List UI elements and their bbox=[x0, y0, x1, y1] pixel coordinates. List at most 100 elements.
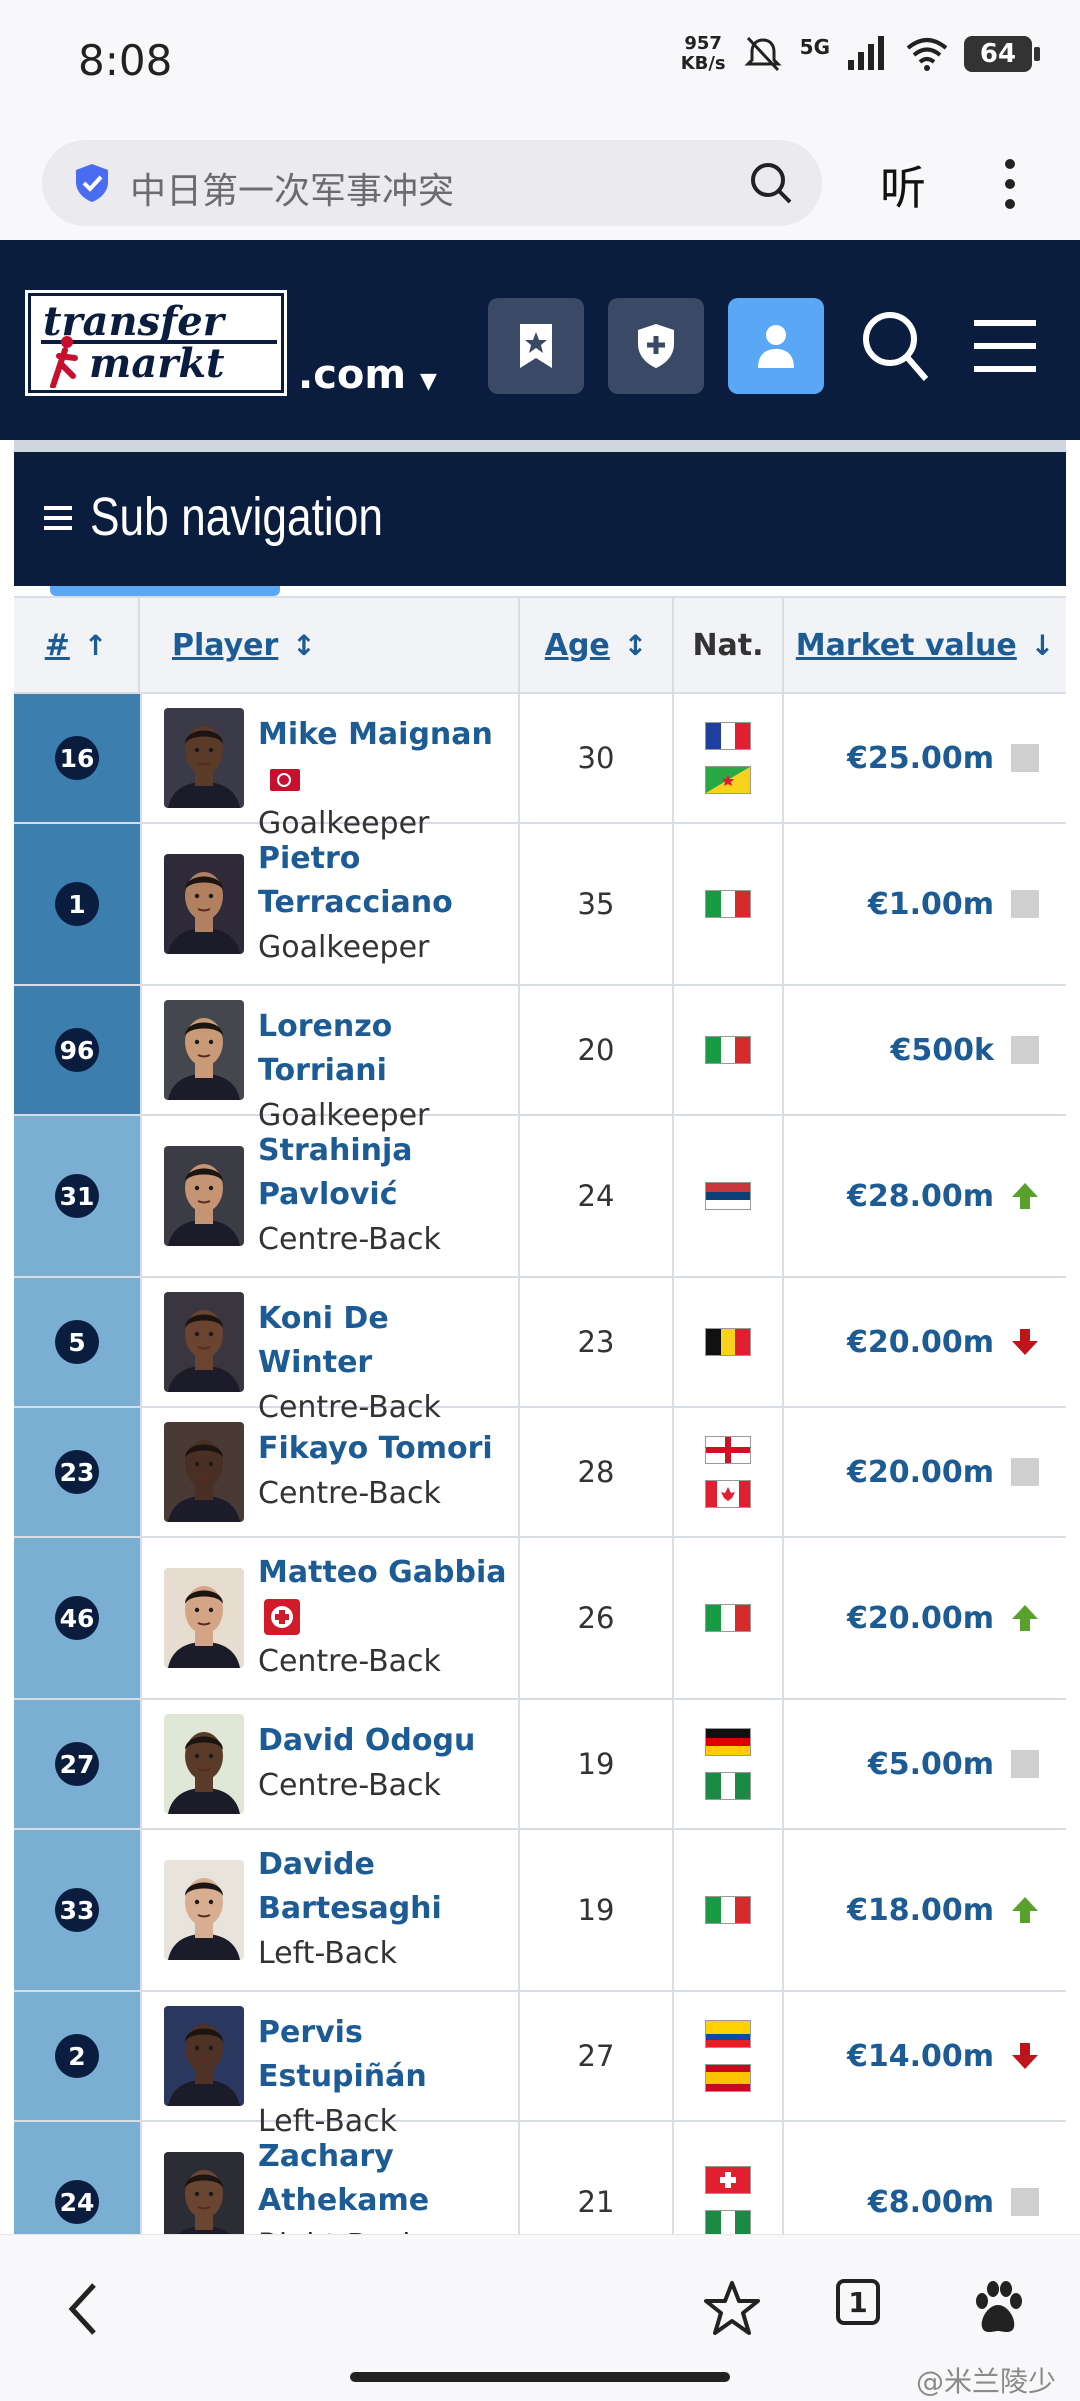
player-info: Matteo Gabbia Centre-Back bbox=[258, 1551, 510, 1685]
germany-flag-icon[interactable] bbox=[705, 1728, 751, 1756]
site-search-button[interactable] bbox=[850, 298, 940, 394]
player-photo[interactable] bbox=[164, 1422, 244, 1522]
ecuador-flag-icon[interactable] bbox=[705, 2020, 751, 2048]
spain-flag-icon[interactable] bbox=[705, 2064, 751, 2092]
canada-flag-icon[interactable] bbox=[705, 1480, 751, 1508]
table-row[interactable]: 46 Matteo Gabbia Centre-Back 26 €20.00m bbox=[14, 1538, 1066, 1700]
battery-icon: 64 bbox=[964, 36, 1040, 72]
player-photo[interactable] bbox=[164, 1292, 244, 1392]
serbia-flag-icon[interactable] bbox=[705, 1182, 751, 1210]
watchlist-button[interactable] bbox=[488, 298, 584, 394]
mute-bell-icon bbox=[744, 36, 782, 72]
listen-button[interactable]: 听 bbox=[880, 152, 926, 218]
shirt-number-cell: 33 bbox=[14, 1830, 140, 1990]
player-photo[interactable] bbox=[164, 2006, 244, 2106]
italy-flag-icon[interactable] bbox=[705, 1036, 751, 1064]
player-name-link[interactable]: Bartesaghi bbox=[258, 1887, 510, 1931]
player-position: Goalkeeper bbox=[258, 930, 430, 965]
market-value-link[interactable]: €14.00m bbox=[847, 2039, 994, 2074]
value-up-arrow-icon bbox=[1010, 1603, 1040, 1633]
market-value-link[interactable]: €8.00m bbox=[868, 2185, 994, 2220]
market-value-link[interactable]: €1.00m bbox=[868, 887, 994, 922]
italy-flag-icon[interactable] bbox=[705, 1604, 751, 1632]
tabs-count-button[interactable]: 1 bbox=[836, 2279, 880, 2325]
shirt-number-badge: 16 bbox=[55, 736, 99, 780]
table-row[interactable]: 16 Mike Maignan Goalkeeper 30 €25.00m bbox=[14, 694, 1066, 841]
table-row[interactable]: 23 Fikayo Tomori Centre-Back 28 €20.00m bbox=[14, 1408, 1066, 1538]
age-cell: 19 bbox=[520, 1700, 674, 1828]
player-photo[interactable] bbox=[164, 1568, 244, 1668]
player-name-link[interactable]: Pervis Estupiñán bbox=[258, 2011, 510, 2099]
sort-by-age[interactable]: Age ↕ bbox=[520, 598, 674, 692]
table-row[interactable]: 33 Davide Bartesaghi Left-Back 19 €18.00m bbox=[14, 1830, 1066, 1992]
england-flag-icon[interactable] bbox=[705, 1436, 751, 1464]
italy-flag-icon[interactable] bbox=[705, 1896, 751, 1924]
market-value-link[interactable]: €5.00m bbox=[868, 1747, 994, 1782]
market-value-link[interactable]: €18.00m bbox=[847, 1893, 994, 1928]
market-value-link[interactable]: €500k bbox=[891, 1033, 994, 1068]
market-value-link[interactable]: €20.00m bbox=[847, 1601, 994, 1636]
more-options-icon[interactable] bbox=[1000, 156, 1020, 212]
player-name-link[interactable]: Matteo Gabbia bbox=[258, 1551, 510, 1595]
shirt-number-cell: 1 bbox=[14, 824, 140, 984]
sort-by-number[interactable]: # ↑ bbox=[14, 598, 140, 692]
nationality-cell bbox=[674, 1700, 784, 1828]
player-photo[interactable] bbox=[164, 1860, 244, 1960]
table-row[interactable]: 96 Lorenzo Torriani Goalkeeper 20 €500k bbox=[14, 986, 1066, 1133]
back-arrow-icon[interactable] bbox=[56, 2279, 116, 2339]
shirt-number-cell: 31 bbox=[14, 1116, 140, 1276]
player-photo[interactable] bbox=[164, 854, 244, 954]
player-photo[interactable] bbox=[164, 1714, 244, 1814]
french-guiana-flag-icon[interactable] bbox=[705, 766, 751, 794]
player-name-link[interactable]: Zachary bbox=[258, 2135, 510, 2179]
star-favorite-icon[interactable] bbox=[702, 2279, 762, 2339]
sort-by-market-value[interactable]: Market value ↓ bbox=[784, 598, 1066, 692]
player-name-link[interactable]: Koni De Winter bbox=[258, 1297, 510, 1385]
nationality-cell bbox=[674, 1116, 784, 1276]
nigeria-flag-icon[interactable] bbox=[705, 1772, 751, 1800]
table-row[interactable]: 2 Pervis Estupiñán Left-Back 27 €14.00m bbox=[14, 1992, 1066, 2139]
italy-flag-icon[interactable] bbox=[705, 890, 751, 918]
player-name-link[interactable]: Davide bbox=[258, 1843, 510, 1887]
table-row[interactable]: 5 Koni De Winter Centre-Back 23 €20.00m bbox=[14, 1278, 1066, 1425]
user-account-button[interactable] bbox=[728, 298, 824, 394]
sort-by-player[interactable]: Player ↕ bbox=[140, 598, 520, 692]
player-name-link[interactable]: Fikayo Tomori bbox=[258, 1427, 510, 1471]
table-row[interactable]: 1 Pietro Terracciano Goalkeeper 35 €1.00m bbox=[14, 824, 1066, 986]
market-value-link[interactable]: €25.00m bbox=[847, 741, 994, 776]
france-flag-icon[interactable] bbox=[705, 722, 751, 750]
domain-selector[interactable]: .com ▼ bbox=[298, 352, 437, 398]
market-value-link[interactable]: €20.00m bbox=[847, 1325, 994, 1360]
club-shield-button[interactable] bbox=[608, 298, 704, 394]
table-header: # ↑ Player ↕ Age ↕ Nat. Market value ↓ bbox=[14, 596, 1066, 694]
main-menu-button[interactable] bbox=[960, 298, 1050, 394]
baidu-paw-icon[interactable] bbox=[968, 2279, 1028, 2339]
player-name-link[interactable]: Pietro bbox=[258, 837, 510, 881]
belgium-flag-icon[interactable] bbox=[705, 1328, 751, 1356]
table-row[interactable]: 31 Strahinja Pavlović Centre-Back 24 €28.00m bbox=[14, 1116, 1066, 1278]
sub-navigation-bar[interactable]: Sub navigation bbox=[14, 452, 1066, 586]
table-body: 16 Mike Maignan Goalkeeper 30 €25.00m 1 Pietro… bbox=[14, 694, 1066, 2284]
search-icon[interactable] bbox=[748, 160, 794, 206]
market-value-link[interactable]: €28.00m bbox=[847, 1179, 994, 1214]
table-row[interactable]: 27 David Odogu Centre-Back 19 €5.00m bbox=[14, 1700, 1066, 1830]
player-name-link[interactable]: Lorenzo Torriani bbox=[258, 1005, 510, 1093]
shirt-number-cell: 96 bbox=[14, 986, 140, 1114]
player-position: Left-Back bbox=[258, 1936, 398, 1971]
player-info: David Odogu Centre-Back bbox=[258, 1719, 510, 1809]
player-name-link[interactable]: Athekame bbox=[258, 2179, 510, 2223]
player-photo[interactable] bbox=[164, 708, 244, 808]
age-cell: 30 bbox=[520, 694, 674, 822]
market-value-link[interactable]: €20.00m bbox=[847, 1455, 994, 1490]
player-name-link[interactable]: Strahinja bbox=[258, 1129, 510, 1173]
transfermarkt-logo[interactable]: transfer markt bbox=[25, 290, 287, 396]
player-photo[interactable] bbox=[164, 1146, 244, 1246]
player-photo[interactable] bbox=[164, 1000, 244, 1100]
player-name-link[interactable]: Mike Maignan bbox=[258, 713, 510, 801]
switzerland-flag-icon[interactable] bbox=[705, 2166, 751, 2194]
player-name-link[interactable]: Pavlović bbox=[258, 1173, 510, 1217]
age-cell: 20 bbox=[520, 986, 674, 1114]
player-name-link[interactable]: David Odogu bbox=[258, 1719, 510, 1763]
address-search-bar[interactable]: 中日第一次军事冲突 bbox=[42, 140, 822, 226]
player-name-link[interactable]: Terracciano bbox=[258, 881, 510, 925]
